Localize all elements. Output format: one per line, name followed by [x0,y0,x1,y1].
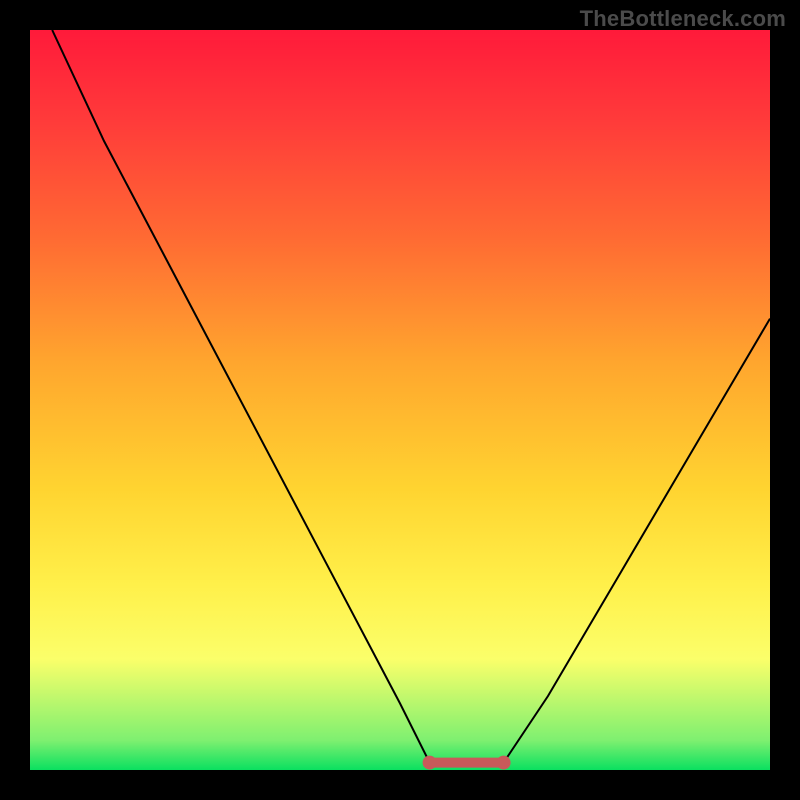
curve-right [504,319,770,763]
plot-area [30,30,770,770]
curve-svg [30,30,770,770]
optimal-start-dot [423,756,437,770]
chart-frame: TheBottleneck.com [0,0,800,800]
curve-left [52,30,429,763]
watermark-text: TheBottleneck.com [580,6,786,32]
optimal-end-dot [497,756,511,770]
